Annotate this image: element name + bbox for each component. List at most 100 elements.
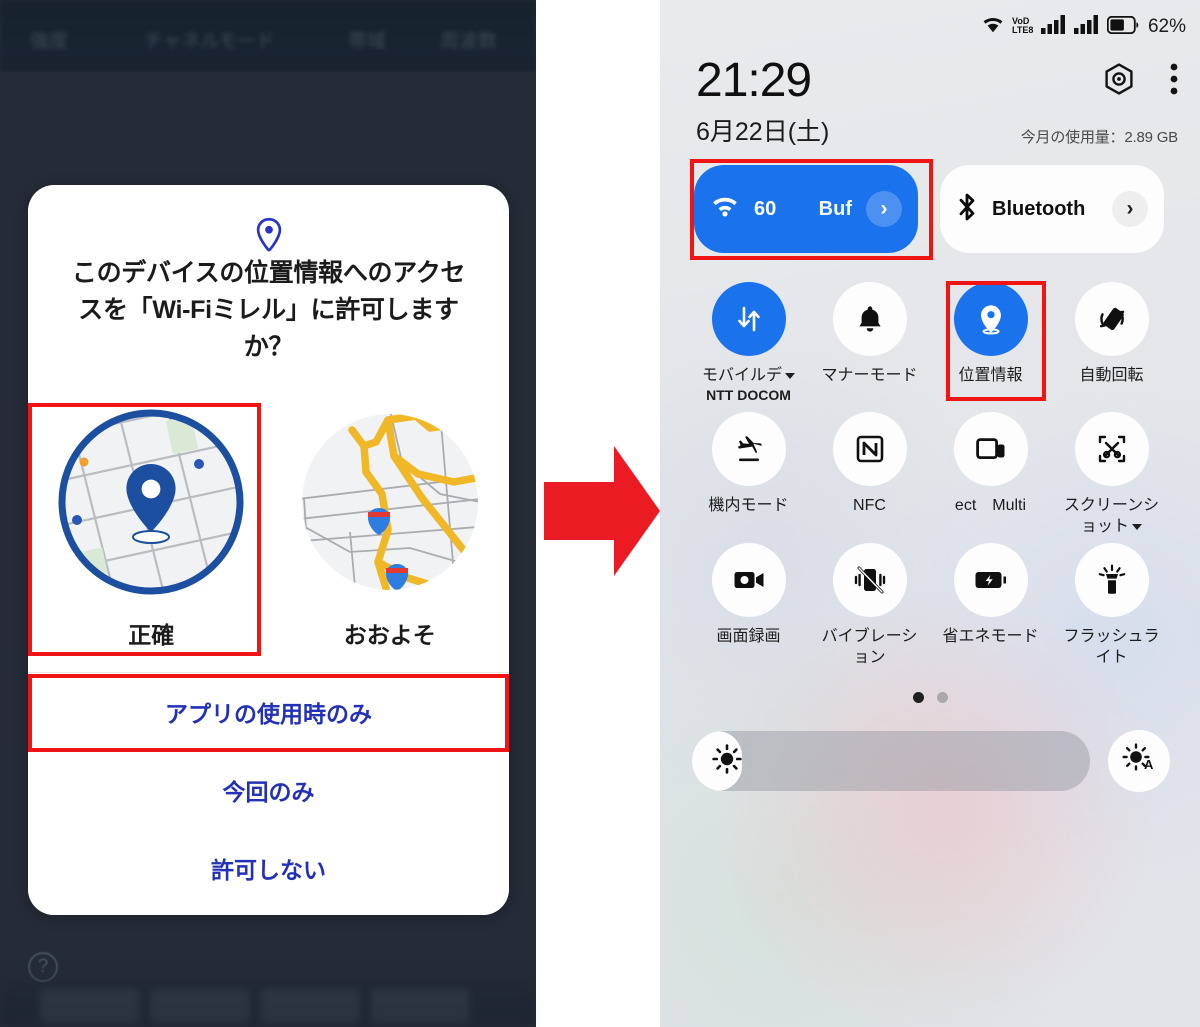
bluetooth-label: Bluetooth xyxy=(992,197,1086,220)
wifi-value: 60 xyxy=(754,197,777,220)
screenshot-root: 強度 チャネル モード 帯域 周波数 ? このデバイスの位置情報へのアクセスを「… xyxy=(0,0,1200,1027)
quick-tile-sublabel: NTT DOCOM xyxy=(706,387,791,403)
bluetooth-tile[interactable]: Bluetooth › xyxy=(940,165,1164,253)
accuracy-option-precise[interactable]: 正確 xyxy=(32,388,271,668)
quick-tile-flashlight[interactable]: フラッシュライト xyxy=(1051,543,1172,668)
precise-location-map-icon xyxy=(51,402,251,602)
blurred-header-label-2: モード xyxy=(218,31,276,52)
blurred-bottom-item xyxy=(40,989,140,1023)
auto-brightness-icon: A xyxy=(1122,742,1156,780)
blurred-header-label-1: チャネル xyxy=(144,31,220,52)
chevron-right-icon[interactable]: › xyxy=(1112,191,1148,227)
brightness-slider-fill xyxy=(692,731,742,791)
quick-tile-mobile-data[interactable]: モバイルデ NTT DOCOM xyxy=(688,282,809,406)
quick-settings-grid: モバイルデ NTT DOCOM マナーモード 位置情報 自動回転 機内モード N… xyxy=(688,282,1172,668)
quick-tile-vibration[interactable]: バイブレーション xyxy=(809,543,930,668)
quick-tile-label: 省エネモード xyxy=(942,628,1039,645)
quick-tile-auto-rotate[interactable]: 自動回転 xyxy=(1051,282,1172,406)
wifi-icon xyxy=(710,195,740,224)
blurred-bottom-item xyxy=(370,989,470,1023)
battery-percent-label: 62% xyxy=(1147,16,1186,37)
quick-tile-label: バイブレーション xyxy=(821,628,918,666)
data-usage-label: 今月の使用量：2.89 GB xyxy=(1020,129,1178,146)
quick-tile-battery-saver[interactable]: 省エネモード xyxy=(930,543,1051,668)
header-icons xyxy=(1102,62,1178,101)
quick-tile-label: 位置情報 xyxy=(958,367,1023,384)
accuracy-label-precise: 正確 xyxy=(128,622,175,648)
blurred-header-label-0: 強度 xyxy=(30,31,69,52)
quick-tile-airplane-mode[interactable]: 機内モード xyxy=(688,412,809,537)
blurred-bottom-item xyxy=(260,989,360,1023)
bluetooth-icon xyxy=(956,192,978,227)
flashlight-icon xyxy=(1074,543,1149,617)
location-permission-dialog: このデバイスの位置情報へのアクセスを「Wi-Fiミレル」に許可しますか？ 正確 … xyxy=(28,185,509,915)
wifi-icon xyxy=(981,15,1005,39)
quick-tile-screen-record[interactable]: 画面録画 xyxy=(688,543,809,668)
chevron-down-icon[interactable] xyxy=(1132,523,1142,530)
settings-gear-icon[interactable] xyxy=(1102,62,1136,101)
airplane-icon xyxy=(711,412,786,486)
clock-block: 21:29 6月22日(土) xyxy=(696,54,829,148)
quick-tile-multi-window[interactable]: ect Multi xyxy=(930,412,1051,537)
quick-tile-location[interactable]: 位置情報 xyxy=(930,282,1051,406)
quick-tile-label: マナーモード xyxy=(821,367,918,384)
approximate-location-map-icon xyxy=(290,402,490,602)
status-bar: VoD LTE8 62% xyxy=(981,14,1186,40)
multi-window-icon xyxy=(953,412,1028,486)
wifi-ssid: Buf xyxy=(818,197,852,220)
right-screen-quick-settings: VoD LTE8 62% 21:29 6月22日(土) 今月の使用量：2.89 … xyxy=(660,0,1200,1027)
scissors-icon xyxy=(1074,412,1149,486)
deny-button[interactable]: 許可しない xyxy=(28,829,509,915)
auto-rotate-icon xyxy=(1074,282,1149,356)
quick-tile-label: フラッシュライト xyxy=(1063,628,1160,666)
accuracy-option-approximate[interactable]: おおよそ xyxy=(271,388,510,668)
location-pin-icon xyxy=(28,185,509,252)
battery-icon xyxy=(1106,15,1139,39)
accuracy-label-approximate: おおよそ xyxy=(343,622,436,648)
connectivity-tiles-row: 60 Buf › Bluetooth › xyxy=(694,165,1164,253)
quick-tile-screenshot[interactable]: スクリーンショット xyxy=(1051,412,1172,537)
bell-icon xyxy=(832,282,907,356)
quick-tile-label: 機内モード xyxy=(708,497,789,514)
page-indicator xyxy=(660,692,1200,703)
quick-tile-label: 自動回転 xyxy=(1079,367,1144,384)
wifi-tile[interactable]: 60 Buf › xyxy=(694,165,918,253)
brightness-row: A xyxy=(692,730,1170,792)
blurred-header-label-4: 周波数 xyxy=(440,31,498,52)
left-screen: 強度 チャネル モード 帯域 周波数 ? このデバイスの位置情報へのアクセスを「… xyxy=(0,0,536,1027)
blurred-header-label-3: 帯域 xyxy=(348,31,387,52)
screen-record-icon xyxy=(711,543,786,617)
brightness-slider[interactable] xyxy=(692,731,1090,791)
quick-tile-nfc[interactable]: NFC xyxy=(809,412,930,537)
quick-tile-label: NFC xyxy=(853,497,886,514)
page-dot[interactable] xyxy=(936,692,948,703)
battery-saver-icon xyxy=(953,543,1028,617)
dialog-title: このデバイスの位置情報へのアクセスを「Wi-Fiミレル」に許可しますか？ xyxy=(71,259,466,361)
mobile-data-icon xyxy=(711,282,786,356)
svg-text:LTE8: LTE8 xyxy=(1012,25,1033,35)
quick-tile-label: スクリーンショット xyxy=(1063,497,1160,535)
clock-date: 6月22日(土) xyxy=(696,118,830,146)
accuracy-options-row: 正確 おおよそ xyxy=(28,388,509,672)
quick-tile-label: ect Multi xyxy=(954,497,1027,514)
blurred-bottom-item xyxy=(150,989,250,1023)
vibrate-off-icon xyxy=(832,543,907,617)
quick-tile-label: 画面録画 xyxy=(716,628,781,645)
right-arrow-icon xyxy=(542,438,662,584)
overflow-menu-icon[interactable] xyxy=(1170,63,1178,100)
signal-bars-icon xyxy=(1073,15,1100,39)
quick-tile-manner-mode[interactable]: マナーモード xyxy=(809,282,930,406)
location-pin-icon xyxy=(953,282,1028,356)
brightness-icon xyxy=(712,743,742,779)
allow-while-using-app-button[interactable]: アプリの使用時のみ xyxy=(28,672,509,751)
page-dot-active[interactable] xyxy=(912,692,924,703)
chevron-down-icon[interactable] xyxy=(785,372,795,379)
allow-once-button[interactable]: 今回のみ xyxy=(28,751,509,829)
svg-text:A: A xyxy=(1144,757,1154,772)
nfc-icon xyxy=(832,412,907,486)
clock-time: 21:29 xyxy=(696,54,812,107)
chevron-right-icon[interactable]: › xyxy=(866,191,902,227)
volte-icon: VoD LTE8 xyxy=(1012,15,1034,40)
auto-brightness-button[interactable]: A xyxy=(1108,730,1170,792)
signal-bars-icon xyxy=(1040,15,1067,39)
